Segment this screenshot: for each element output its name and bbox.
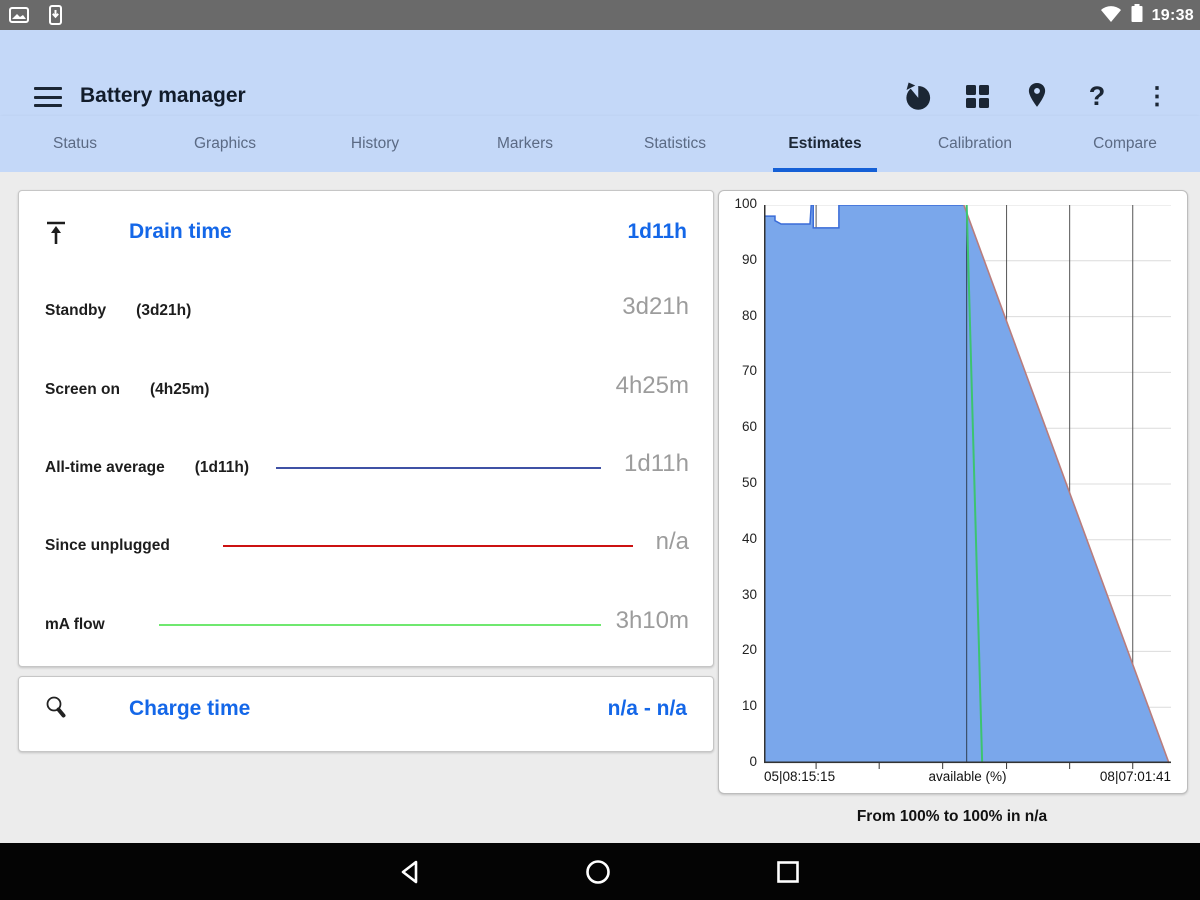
overflow-icon[interactable]: ⋮ bbox=[1140, 78, 1174, 114]
menu-icon[interactable] bbox=[34, 87, 62, 107]
recents-button[interactable] bbox=[773, 857, 803, 887]
chart-x-axis-labels: 05|08:15:15 available (%) 08|07:01:41 bbox=[764, 769, 1171, 787]
tab-graphics[interactable]: Graphics bbox=[150, 116, 300, 172]
x-end-label: 08|07:01:41 bbox=[764, 769, 1171, 784]
drain-time-title: Drain time bbox=[129, 220, 232, 244]
tab-estimates[interactable]: Estimates bbox=[750, 116, 900, 172]
screenshot-icon bbox=[8, 4, 30, 31]
drain-time-value: 1d11h bbox=[627, 220, 687, 244]
tab-statistics[interactable]: Statistics bbox=[600, 116, 750, 172]
all-time-average-line bbox=[276, 467, 601, 469]
standby-value: 3d21h bbox=[622, 293, 689, 321]
tab-compare[interactable]: Compare bbox=[1050, 116, 1200, 172]
row-standby: Standby(3d21h) 3d21h bbox=[19, 299, 713, 329]
screen: 19:38 Battery manager ? bbox=[0, 0, 1200, 900]
help-icon[interactable]: ? bbox=[1080, 78, 1114, 114]
all-time-average-value: 1d11h bbox=[624, 450, 689, 478]
estimate-summary: From 100% to 100% in n/a bbox=[718, 808, 1186, 826]
tab-calibration[interactable]: Calibration bbox=[900, 116, 1050, 172]
home-button[interactable] bbox=[583, 857, 613, 887]
battery-trend-chart-card[interactable]: 0102030405060708090100 05|08:15:15 avail… bbox=[718, 190, 1188, 794]
row-since-unplugged: Since unplugged n/a bbox=[19, 534, 713, 564]
drain-time-card: Drain time 1d11h Standby(3d21h) 3d21h Sc… bbox=[18, 190, 714, 667]
tab-markers[interactable]: Markers bbox=[450, 116, 600, 172]
device-download-icon bbox=[44, 4, 66, 31]
wifi-icon bbox=[1100, 3, 1122, 28]
app-bar: Battery manager ? ⋮ bbox=[0, 30, 1200, 116]
charge-time-value: n/a - n/a bbox=[608, 697, 687, 721]
since-unplugged-line bbox=[223, 545, 633, 547]
status-bar: 19:38 bbox=[0, 0, 1200, 30]
android-nav-bar bbox=[0, 843, 1200, 900]
tab-bar: Status Graphics History Markers Statisti… bbox=[0, 116, 1200, 172]
battery-icon bbox=[1130, 3, 1144, 28]
back-button[interactable] bbox=[395, 857, 425, 887]
status-time: 19:38 bbox=[1152, 7, 1194, 25]
ma-flow-value: 3h10m bbox=[616, 607, 689, 635]
page-title: Battery manager bbox=[80, 84, 246, 108]
content-area: Drain time 1d11h Standby(3d21h) 3d21h Sc… bbox=[0, 172, 1200, 843]
tab-status[interactable]: Status bbox=[0, 116, 150, 172]
pie-chart-icon[interactable] bbox=[900, 78, 934, 114]
row-screen-on: Screen on(4h25m) 4h25m bbox=[19, 378, 713, 408]
search-icon bbox=[43, 693, 69, 726]
charge-time-card[interactable]: Charge time n/a - n/a bbox=[18, 676, 714, 752]
tab-history[interactable]: History bbox=[300, 116, 450, 172]
row-ma-flow: mA flow 3h10m bbox=[19, 613, 713, 643]
charge-time-title: Charge time bbox=[129, 697, 250, 721]
location-pin-icon[interactable] bbox=[1020, 78, 1054, 114]
screen-on-value: 4h25m bbox=[616, 372, 689, 400]
drain-to-top-icon bbox=[43, 219, 69, 252]
row-all-time-average: All-time average(1d11h) 1d11h bbox=[19, 456, 713, 486]
ma-flow-line bbox=[159, 624, 601, 626]
apps-grid-icon[interactable] bbox=[960, 78, 994, 114]
drain-time-header[interactable]: Drain time 1d11h bbox=[19, 213, 713, 257]
battery-trend-plot bbox=[764, 205, 1171, 771]
since-unplugged-value: n/a bbox=[656, 528, 689, 556]
